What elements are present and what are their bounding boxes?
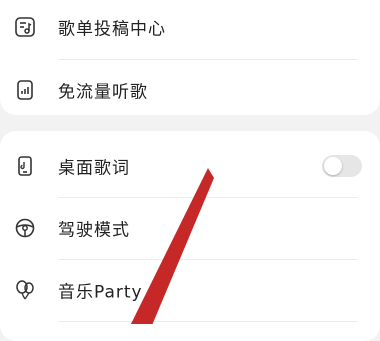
menu-item-label: 驾驶模式 <box>58 220 130 241</box>
data-free-icon <box>12 77 38 103</box>
menu-item-desktop-lyrics[interactable]: 桌面歌词 <box>0 135 380 197</box>
desktop-lyrics-toggle[interactable] <box>322 155 362 177</box>
balloon-icon <box>12 277 38 303</box>
steering-wheel-icon <box>12 215 38 241</box>
menu-item-label: 音乐Party <box>58 282 143 303</box>
menu-item-playlist-submission[interactable]: 歌单投稿中心 <box>0 0 380 58</box>
settings-card-bottom: 桌面歌词 驾驶模式 音乐Party <box>0 131 380 341</box>
playlist-submit-icon <box>12 14 38 40</box>
desktop-lyrics-icon <box>12 153 38 179</box>
menu-item-music-party[interactable]: 音乐Party <box>0 259 380 321</box>
menu-item-label: 免流量听歌 <box>58 82 148 103</box>
settings-card-top: 歌单投稿中心 免流量听歌 <box>0 0 380 115</box>
menu-item-data-free-listening[interactable]: 免流量听歌 <box>0 59 380 121</box>
menu-item-label: 歌单投稿中心 <box>58 19 166 40</box>
menu-item-label: 桌面歌词 <box>58 158 130 179</box>
toggle-knob <box>324 157 342 175</box>
divider <box>58 321 358 322</box>
menu-item-driving-mode[interactable]: 驾驶模式 <box>0 197 380 259</box>
